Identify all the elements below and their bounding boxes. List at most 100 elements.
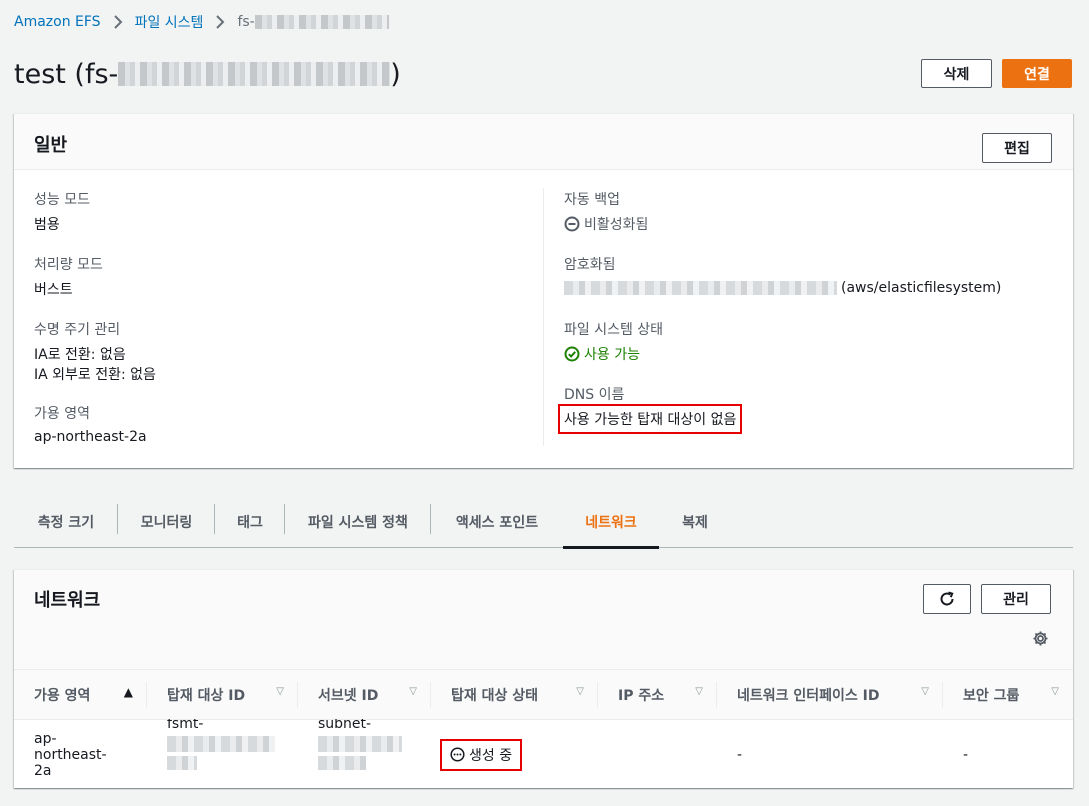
auto-backup-value: 비활성화됨	[564, 214, 648, 234]
redacted-mount-target-id	[167, 735, 275, 752]
availability-zone-label: 가용 영역	[34, 406, 90, 422]
col-ip-address[interactable]: IP 주소 ▽	[598, 669, 717, 720]
detail-tabs: 측정 크기 모니터링 태그 파일 시스템 정책 액세스 포인트 네트워크 복제	[14, 496, 1073, 549]
tab-access-points[interactable]: 액세스 포인트	[431, 496, 563, 547]
cell-mount-target-state: 생성 중	[431, 720, 598, 790]
disabled-status-icon	[564, 216, 580, 232]
col-availability-zone[interactable]: 가용 영역 ▲	[14, 669, 147, 720]
column-label: 가용 영역	[34, 687, 91, 704]
general-panel-header: 일반 편집	[14, 114, 1073, 170]
encrypted-value: (aws/elasticfilesystem)	[564, 280, 1001, 296]
column-label: 네트워크 인터페이스 ID	[737, 687, 880, 704]
chevron-right-icon	[113, 15, 123, 29]
cell-mount-target-id: fsmt-	[147, 716, 298, 790]
breadcrumb: Amazon EFS 파일 시스템 fs-	[14, 12, 389, 32]
tab-replication[interactable]: 복제	[659, 496, 731, 547]
table-row: ap-northeast- 2a fsmt- subnet- 생성 중 - -	[14, 716, 1073, 790]
sort-icon: ▽	[1051, 686, 1059, 697]
fs-state-label: 파일 시스템 상태	[564, 322, 664, 338]
performance-mode-label: 성능 모드	[34, 192, 90, 208]
cell-security-groups: -	[963, 746, 969, 763]
tab-file-system-policy[interactable]: 파일 시스템 정책	[285, 496, 431, 547]
redacted-id	[254, 15, 389, 29]
column-label: 보안 그룹	[963, 687, 1020, 704]
breadcrumb-amazon-efs[interactable]: Amazon EFS	[14, 14, 101, 30]
network-panel-header: 네트워크 관리	[14, 570, 1073, 669]
lifecycle-out-ia-value: IA 외부로 전환: 없음	[34, 367, 156, 383]
cell-network-interface-id: -	[737, 746, 743, 763]
sort-icon: ▽	[576, 686, 584, 697]
manage-button[interactable]: 관리	[981, 584, 1051, 614]
network-panel-title: 네트워크	[34, 590, 101, 611]
column-label: 탑재 대상 ID	[167, 687, 246, 704]
tab-network[interactable]: 네트워크	[563, 496, 659, 549]
col-mount-target-state[interactable]: 탑재 대상 상태 ▽	[431, 669, 598, 720]
cell-ip-address	[598, 720, 717, 790]
redacted-subnet-id	[318, 735, 402, 752]
chevron-right-icon	[215, 15, 225, 29]
mount-targets-table: 가용 영역 ▲ 탑재 대상 ID ▽ 서브넷 ID ▽ 탑재 대상 상태 ▽ IP 주소…	[14, 669, 1073, 790]
redacted-subnet-id-tail	[318, 755, 366, 770]
sort-icon: ▽	[409, 686, 417, 697]
breadcrumb-file-systems[interactable]: 파일 시스템	[135, 12, 204, 32]
performance-mode-value: 범용	[34, 217, 60, 233]
tab-label: 측정 크기	[37, 514, 95, 531]
availability-zone-value: ap-northeast-2a	[34, 429, 147, 445]
tab-label: 태그	[237, 514, 263, 531]
dns-name-value: 사용 가능한 탑재 대상이 없음	[558, 404, 743, 434]
az-line1: ap-northeast-	[34, 730, 107, 763]
breadcrumb-current: fs-	[237, 14, 389, 30]
encrypted-label: 암호화됨	[564, 257, 616, 273]
column-label: 탑재 대상 상태	[451, 687, 539, 704]
auto-backup-text: 비활성화됨	[584, 217, 649, 233]
page-title-suffix: )	[390, 58, 401, 90]
col-subnet-id[interactable]: 서브넷 ID ▽	[298, 669, 431, 720]
throughput-mode-label: 처리량 모드	[34, 257, 103, 273]
tab-label: 네트워크	[585, 514, 637, 531]
tab-label: 파일 시스템 정책	[308, 514, 408, 531]
page-title-prefix: test (fs-	[14, 58, 119, 90]
sort-icon: ▽	[276, 686, 284, 697]
tab-label: 모니터링	[140, 514, 193, 531]
lifecycle-ia-value: IA로 전환: 없음	[34, 347, 126, 363]
cell-subnet-id: subnet-	[298, 716, 431, 790]
dns-name-label: DNS 이름	[564, 387, 625, 403]
page-title: test (fs- )	[14, 56, 401, 92]
throughput-mode-value: 버스트	[34, 282, 73, 298]
settings-gear-icon[interactable]	[1032, 630, 1049, 647]
breadcrumb-current-prefix: fs-	[237, 14, 255, 30]
attach-button[interactable]: 연결	[1002, 59, 1072, 88]
tab-label: 액세스 포인트	[455, 514, 539, 531]
refresh-icon	[938, 590, 956, 608]
tab-metered-size[interactable]: 측정 크기	[14, 496, 118, 547]
network-panel: 네트워크 관리 가용 영역 ▲ 탑재 대상 ID ▽ 서브넷 ID ▽ 탑재 대상 상…	[14, 569, 1073, 788]
sort-icon: ▽	[921, 686, 929, 697]
sort-icon: ▽	[695, 686, 703, 697]
delete-button[interactable]: 삭제	[921, 59, 992, 88]
redacted-kms-key	[564, 281, 837, 295]
fs-state-value: 사용 가능	[564, 344, 640, 364]
auto-backup-label: 자동 백업	[564, 192, 620, 208]
pending-status-icon	[450, 747, 465, 762]
redacted-mount-target-id-tail	[167, 755, 197, 770]
cell-availability-zone: ap-northeast- 2a	[14, 720, 147, 790]
az-line2: 2a	[34, 762, 52, 779]
refresh-button[interactable]	[923, 584, 971, 614]
tab-tags[interactable]: 태그	[215, 496, 285, 547]
col-network-interface-id[interactable]: 네트워크 인터페이스 ID ▽	[717, 669, 943, 720]
mount-target-state-text: 생성 중	[469, 747, 513, 764]
lifecycle-label: 수명 주기 관리	[34, 322, 121, 338]
tab-label: 복제	[682, 514, 708, 531]
success-check-icon	[564, 346, 580, 362]
col-mount-target-id[interactable]: 탑재 대상 ID ▽	[147, 669, 298, 720]
general-panel-title: 일반	[34, 135, 68, 156]
column-label: IP 주소	[618, 687, 665, 704]
col-security-groups[interactable]: 보안 그룹 ▽	[943, 669, 1073, 720]
sort-ascending-icon: ▲	[123, 685, 133, 699]
encrypted-key-alias: (aws/elasticfilesystem)	[841, 280, 1002, 296]
edit-button[interactable]: 편집	[982, 133, 1052, 163]
tab-monitoring[interactable]: 모니터링	[118, 496, 215, 547]
redacted-fs-id	[118, 62, 391, 86]
column-divider	[543, 188, 544, 446]
fs-state-text: 사용 가능	[584, 347, 640, 363]
